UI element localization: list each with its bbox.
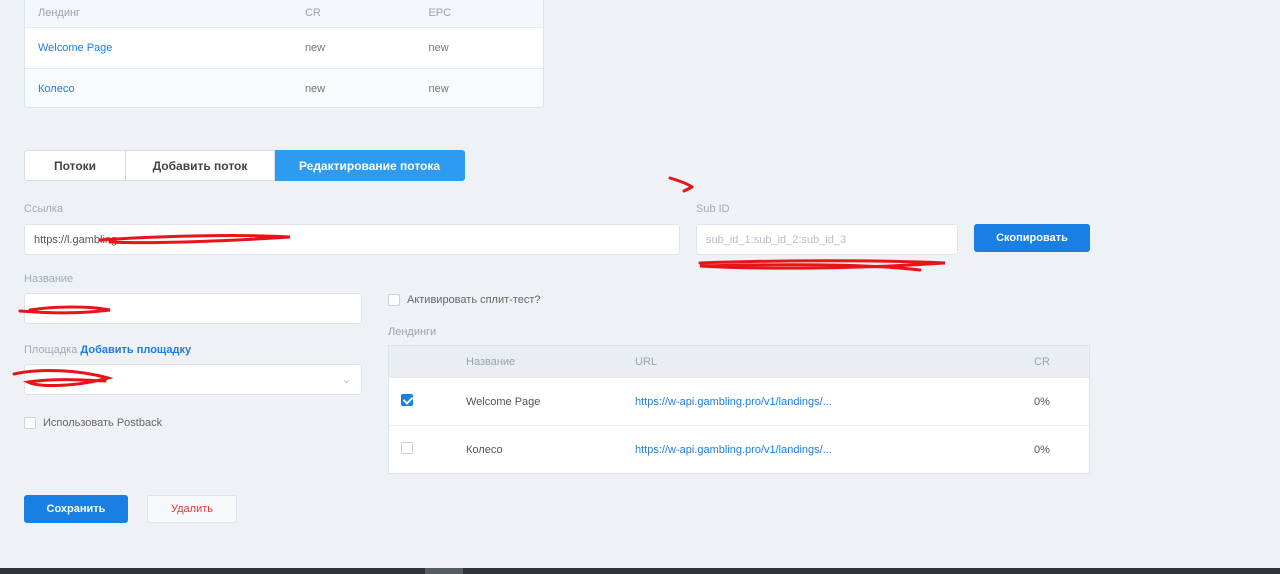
header-cr: CR xyxy=(1034,355,1050,368)
table-header: Название URL CR xyxy=(389,346,1089,377)
header-url: URL xyxy=(635,355,658,368)
save-button[interactable]: Сохранить xyxy=(24,495,128,523)
arrow-mark xyxy=(668,176,694,193)
delete-button[interactable]: Удалить xyxy=(147,495,237,523)
landing-name: Колесо xyxy=(466,443,503,456)
link-label: Ссылка xyxy=(24,203,63,215)
landings-table: Название URL CR Welcome Page https://w-a… xyxy=(388,345,1090,474)
epc-value: new xyxy=(428,42,449,54)
split-test-option[interactable]: Активировать сплит-тест? xyxy=(388,294,541,306)
subid-input[interactable]: sub_id_1:sub_id_2:sub_id_3 xyxy=(696,224,958,255)
bottom-scrollbar[interactable] xyxy=(0,568,1280,574)
tab-streams[interactable]: Потоки xyxy=(24,150,126,181)
chevron-down-icon: ⌄ xyxy=(341,374,351,386)
table-header: Лендинг CR EPC xyxy=(25,0,543,27)
postback-checkbox[interactable] xyxy=(24,417,36,429)
landing-cr: 0% xyxy=(1034,395,1050,408)
platform-select[interactable]: ⌄ xyxy=(24,364,362,395)
landing-url[interactable]: https://w-api.gambling.pro/v1/landings/.… xyxy=(635,444,1034,456)
cr-value: new xyxy=(304,42,326,54)
name-label: Название xyxy=(24,273,74,285)
copy-button[interactable]: Скопировать xyxy=(974,224,1090,252)
epc-value: new xyxy=(428,83,449,95)
landings-label: Лендинги xyxy=(388,326,437,338)
header-name: Название xyxy=(466,355,516,368)
landing-cr: 0% xyxy=(1034,443,1050,456)
scrollbar-thumb[interactable] xyxy=(425,568,463,574)
platform-label-text: Площадка xyxy=(24,344,78,356)
stream-tabs: Потоки Добавить поток Редактирование пот… xyxy=(24,150,465,181)
table-row: Welcome Page new new xyxy=(25,27,543,68)
platform-label: Площадка Добавить площадку xyxy=(24,344,191,356)
name-input[interactable] xyxy=(24,293,362,324)
header-landing: Лендинг xyxy=(38,7,81,19)
link-input[interactable]: https://l.gambling... xyxy=(24,224,680,255)
postback-label: Использовать Postback xyxy=(43,417,163,429)
tab-add-stream[interactable]: Добавить поток xyxy=(126,150,275,181)
subid-label: Sub ID xyxy=(696,203,730,215)
tab-edit-stream[interactable]: Редактирование потока xyxy=(275,150,465,181)
subid-underline xyxy=(698,259,946,272)
landing-checkbox[interactable] xyxy=(401,394,413,406)
cr-value: new xyxy=(304,83,326,95)
split-test-checkbox[interactable] xyxy=(388,294,400,306)
table-row: Welcome Page https://w-api.gambling.pro/… xyxy=(389,377,1089,425)
landing-name: Welcome Page xyxy=(466,395,541,408)
add-platform-link[interactable]: Добавить площадку xyxy=(80,344,191,356)
table-row: Колесо https://w-api.gambling.pro/v1/lan… xyxy=(389,425,1089,473)
postback-option[interactable]: Использовать Postback xyxy=(24,417,162,429)
table-row: Колесо new new xyxy=(25,68,543,107)
landing-link[interactable]: Welcome Page xyxy=(25,42,305,54)
landing-url[interactable]: https://w-api.gambling.pro/v1/landings/.… xyxy=(635,396,1034,408)
header-cr: CR xyxy=(304,7,321,19)
landing-checkbox[interactable] xyxy=(401,442,413,454)
split-test-label: Активировать сплит-тест? xyxy=(407,294,541,306)
landing-link[interactable]: Колесо xyxy=(25,83,305,95)
header-epc: EPC xyxy=(428,7,452,19)
landing-stats-table: Лендинг CR EPC Welcome Page new new Коле… xyxy=(24,0,544,108)
